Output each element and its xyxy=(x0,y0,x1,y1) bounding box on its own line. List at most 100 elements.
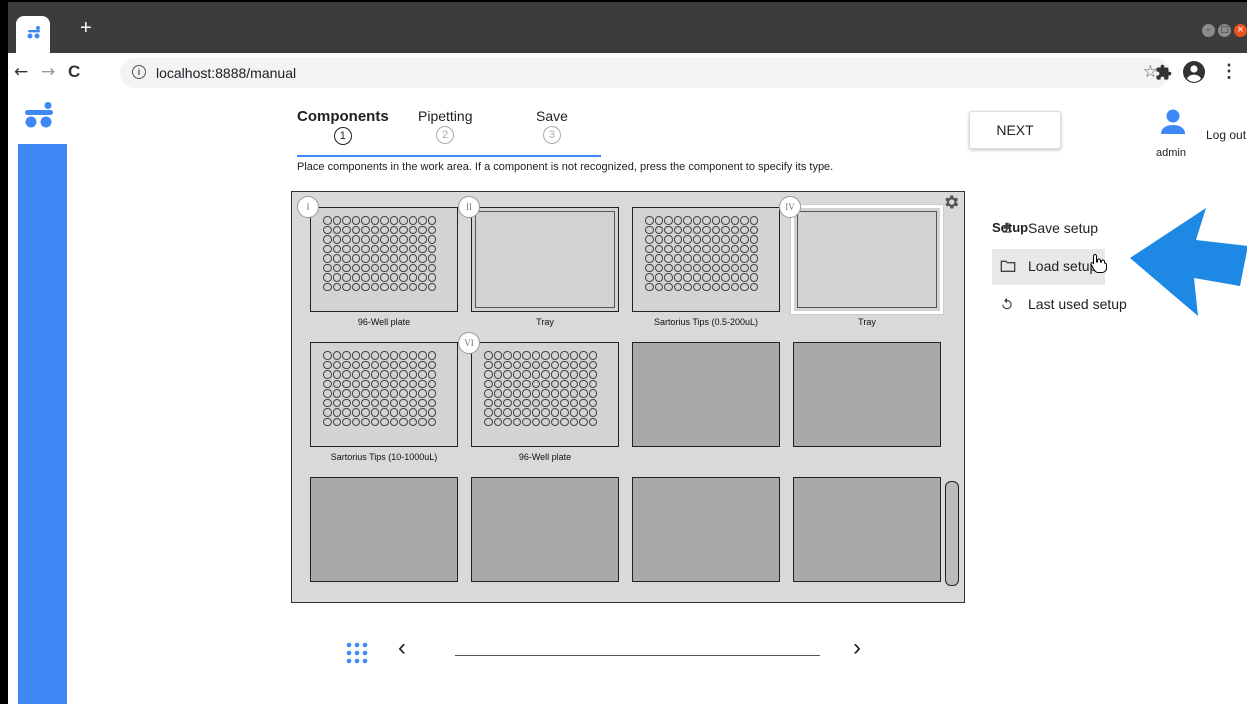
setup-item-label: Save setup xyxy=(1028,220,1099,236)
well xyxy=(654,273,663,282)
well xyxy=(711,225,720,234)
extensions-icon[interactable] xyxy=(1155,64,1172,81)
save-setup-button[interactable]: Save setup xyxy=(992,211,1105,247)
well xyxy=(721,254,730,263)
maximize-button[interactable]: □ xyxy=(1218,24,1231,37)
well xyxy=(427,417,436,426)
next-button[interactable]: NEXT xyxy=(969,111,1061,149)
previous-page-chevron-icon[interactable]: ‹ xyxy=(398,634,406,662)
well-grid xyxy=(484,351,598,427)
settings-gear-icon[interactable] xyxy=(942,193,960,211)
well xyxy=(730,244,739,253)
well xyxy=(550,417,559,426)
well xyxy=(408,263,417,272)
slot-7-empty[interactable] xyxy=(632,342,780,447)
well xyxy=(664,263,673,272)
slot-3-tips[interactable] xyxy=(632,207,780,312)
user-avatar-icon[interactable] xyxy=(1160,108,1186,136)
well xyxy=(673,263,682,272)
close-window-button[interactable]: × xyxy=(1234,24,1247,37)
forward-button[interactable]: → xyxy=(41,62,55,82)
well xyxy=(342,408,351,417)
slot-label: 96-Well plate xyxy=(357,317,411,327)
slot-1-well-plate[interactable] xyxy=(310,207,458,312)
url-text[interactable]: localhost:8888/manual xyxy=(156,65,296,81)
well xyxy=(427,216,436,225)
well xyxy=(408,398,417,407)
account-icon[interactable] xyxy=(1182,60,1206,84)
slot-8-empty[interactable] xyxy=(793,342,941,447)
well xyxy=(654,216,663,225)
well xyxy=(351,389,360,398)
apps-grid-icon[interactable] xyxy=(346,642,368,664)
well xyxy=(702,216,711,225)
well xyxy=(711,273,720,282)
well xyxy=(730,225,739,234)
slot-label: Tray xyxy=(858,317,876,327)
well xyxy=(351,398,360,407)
step-components[interactable]: Components 1 xyxy=(297,108,389,145)
well xyxy=(380,263,389,272)
well xyxy=(740,235,749,244)
well xyxy=(654,282,663,291)
next-page-chevron-icon[interactable]: › xyxy=(853,634,861,662)
reload-button[interactable]: C xyxy=(68,62,80,82)
slot-4-tray[interactable] xyxy=(790,204,944,315)
slot-6-well-plate[interactable] xyxy=(471,342,619,447)
load-setup-button[interactable]: Load setup xyxy=(992,249,1105,285)
page-slider-track[interactable] xyxy=(455,655,820,656)
work-area-scrollbar[interactable] xyxy=(945,481,959,586)
sidebar xyxy=(8,94,67,704)
logout-link[interactable]: Log out xyxy=(1206,128,1246,142)
well xyxy=(692,244,701,253)
browser-menu-icon[interactable]: ⋮ xyxy=(1220,61,1238,82)
step-pipetting[interactable]: Pipetting 2 xyxy=(418,108,472,144)
back-button[interactable]: ← xyxy=(14,62,28,82)
slot-2-tray[interactable] xyxy=(471,207,619,312)
step-save[interactable]: Save 3 xyxy=(536,108,568,144)
well xyxy=(683,273,692,282)
minimize-button[interactable]: – xyxy=(1202,24,1215,37)
well xyxy=(351,417,360,426)
well xyxy=(664,244,673,253)
slot-9-empty[interactable] xyxy=(310,477,458,582)
well xyxy=(332,244,341,253)
new-tab-button[interactable]: + xyxy=(80,16,92,40)
well xyxy=(351,244,360,253)
well xyxy=(361,254,370,263)
well xyxy=(427,225,436,234)
well xyxy=(332,360,341,369)
well xyxy=(588,379,597,388)
well xyxy=(389,398,398,407)
well xyxy=(740,282,749,291)
step-label: Save xyxy=(536,108,568,124)
well xyxy=(560,417,569,426)
well xyxy=(380,273,389,282)
well xyxy=(408,282,417,291)
well xyxy=(512,379,521,388)
app-logo-icon[interactable] xyxy=(24,102,54,128)
well xyxy=(332,273,341,282)
slot-10-empty[interactable] xyxy=(471,477,619,582)
well xyxy=(560,398,569,407)
address-bar[interactable]: i localhost:8888/manual ☆ xyxy=(120,58,1170,88)
last-used-setup-button[interactable]: Last used setup xyxy=(992,287,1132,323)
well xyxy=(730,235,739,244)
well xyxy=(342,360,351,369)
well xyxy=(541,360,550,369)
well xyxy=(427,379,436,388)
well xyxy=(370,379,379,388)
well xyxy=(332,351,341,360)
slot-11-empty[interactable] xyxy=(632,477,780,582)
browser-tab[interactable] xyxy=(16,16,50,53)
app-favicon-icon xyxy=(27,26,40,39)
well xyxy=(389,351,398,360)
well xyxy=(541,351,550,360)
well xyxy=(740,216,749,225)
well xyxy=(531,389,540,398)
well xyxy=(740,244,749,253)
slot-5-tips[interactable] xyxy=(310,342,458,447)
well xyxy=(332,254,341,263)
info-icon[interactable]: i xyxy=(132,65,146,79)
slot-12-empty[interactable] xyxy=(793,477,941,582)
